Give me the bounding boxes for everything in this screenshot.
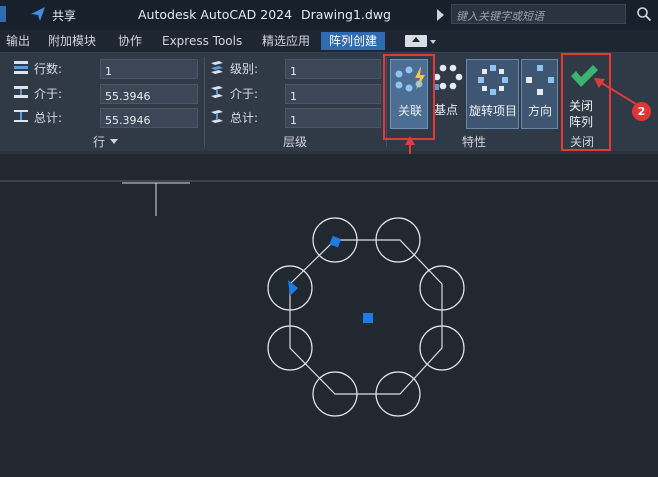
ribbon-options-icon[interactable]: [430, 40, 436, 44]
row-total-label: 总计:: [34, 111, 63, 125]
tab-array-creation[interactable]: 阵列创建: [321, 32, 386, 50]
base-point-icon: [433, 64, 463, 90]
ribbon-tab-bar: 输出 附加模块 协作 Express Tools 精选应用 阵列创建: [0, 30, 658, 53]
level-between-field[interactable]: [285, 84, 381, 106]
row-between-icon: [14, 86, 28, 98]
level-total-field[interactable]: [285, 108, 381, 130]
row-count-input[interactable]: [101, 62, 197, 81]
level-total-input[interactable]: [286, 111, 380, 130]
title-bar: 共享 Autodesk AutoCAD 2024 Drawing1.dwg: [0, 0, 658, 30]
search-box[interactable]: [451, 4, 630, 26]
row-count-icon: [14, 61, 28, 74]
file-title: Drawing1.dwg: [301, 7, 391, 22]
rotate-items-button[interactable]: 旋转项目: [466, 59, 519, 129]
base-point-button[interactable]: 基点: [431, 59, 463, 129]
row-count-field[interactable]: [100, 59, 198, 81]
share-button[interactable]: 共享: [52, 7, 76, 24]
direction-label: 方向: [528, 104, 553, 118]
highlight-close-array: [561, 53, 611, 151]
direction-button[interactable]: 方向: [521, 59, 558, 129]
callout-2: 2: [632, 102, 651, 121]
row-between-field[interactable]: [100, 84, 198, 106]
rotate-items-label: 旋转项目: [469, 104, 518, 118]
row-total-field[interactable]: [100, 108, 198, 130]
tab-output[interactable]: 输出: [2, 32, 34, 50]
row-count-label: 行数:: [34, 62, 63, 76]
expand-arrow-icon[interactable]: [437, 9, 444, 21]
rotate-items-icon: [478, 65, 508, 95]
tab-collaborate[interactable]: 协作: [114, 32, 146, 50]
search-icon[interactable]: [636, 6, 652, 22]
drawing-svg: [0, 180, 658, 417]
level-count-label: 级别:: [230, 62, 259, 76]
level-count-field[interactable]: [285, 59, 381, 81]
level-between-label: 介于:: [230, 87, 259, 101]
highlight-associative: [383, 54, 435, 140]
level-count-icon: [211, 61, 223, 74]
row-panel-expand-icon[interactable]: [110, 139, 118, 144]
row-total-input[interactable]: [101, 111, 197, 130]
base-point-label: 基点: [434, 103, 459, 117]
level-panel-title: 层级: [283, 135, 308, 149]
tab-addons[interactable]: 附加模块: [44, 32, 100, 50]
direction-icon: [526, 65, 554, 95]
level-between-icon: [211, 86, 223, 98]
center-grip[interactable]: [363, 313, 373, 323]
minimize-ribbon-icon[interactable]: [405, 35, 427, 47]
grip-square[interactable]: [329, 235, 342, 248]
row-between-input[interactable]: [101, 87, 197, 106]
search-input[interactable]: [452, 7, 630, 26]
level-total-label: 总计:: [230, 111, 259, 125]
ribbon-panel-area: 行数: 介于: 总计: 行 级别: 介于: 总计: 层级 关联: [0, 53, 658, 151]
panel-divider: [204, 57, 205, 147]
drawing-canvas[interactable]: [0, 154, 658, 477]
tab-express-tools[interactable]: Express Tools: [158, 32, 246, 50]
level-count-input[interactable]: [286, 62, 380, 81]
level-between-input[interactable]: [286, 87, 380, 106]
tab-featured-apps[interactable]: 精选应用: [258, 32, 314, 50]
app-title: Autodesk AutoCAD 2024: [138, 7, 293, 22]
row-total-icon: [14, 110, 28, 122]
share-icon[interactable]: [30, 6, 46, 22]
quick-access-icon[interactable]: [0, 0, 26, 30]
level-total-icon: [211, 110, 223, 123]
row-panel-title[interactable]: 行: [93, 133, 105, 150]
props-panel-title: 特性: [462, 135, 487, 149]
row-between-label: 介于:: [34, 87, 63, 101]
